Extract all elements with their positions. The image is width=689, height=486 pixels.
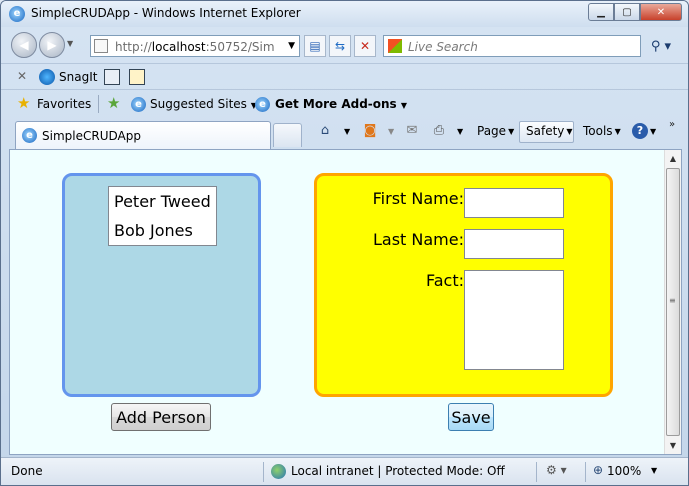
close-icon: ✕ bbox=[656, 6, 666, 18]
favorites-button[interactable]: Favorites bbox=[37, 97, 91, 111]
forward-arrow-icon: ▶ bbox=[47, 38, 57, 52]
last-name-field[interactable] bbox=[464, 229, 564, 259]
new-tab-button[interactable] bbox=[273, 123, 302, 147]
last-name-label: Last Name: bbox=[372, 230, 464, 249]
status-text: Done bbox=[11, 464, 43, 478]
live-search-logo-icon bbox=[388, 39, 402, 53]
address-url[interactable]: http://localhost:50752/SimpleC bbox=[115, 40, 275, 54]
get-more-addons-button[interactable]: Get More Add-ons ▼ bbox=[275, 97, 407, 111]
scrollbar-grip-icon: ≡ bbox=[669, 296, 676, 305]
home-dropdown-icon[interactable]: ▼ bbox=[342, 124, 350, 138]
help-icon[interactable]: ? bbox=[632, 123, 648, 139]
forward-button[interactable]: ▶ bbox=[39, 32, 65, 58]
address-row: ◀ ▶ ▼ http://localhost:50752/SimpleC ▼ ▤… bbox=[1, 27, 688, 63]
status-divider bbox=[536, 462, 537, 482]
ie-icon: e bbox=[131, 97, 146, 112]
page-content: Peter Tweed Bob Jones Add Person First N… bbox=[9, 149, 682, 455]
browser-window: e SimpleCRUDApp - Windows Internet Explo… bbox=[0, 0, 689, 486]
list-item[interactable]: Peter Tweed bbox=[109, 187, 216, 216]
minimize-button[interactable]: ▁ bbox=[588, 3, 614, 21]
rss-feed-icon[interactable]: ◙ bbox=[362, 123, 378, 139]
add-person-button[interactable]: Add Person bbox=[111, 403, 211, 431]
snagit-window-icon[interactable] bbox=[104, 69, 120, 85]
refresh-icon: ⇆ bbox=[334, 39, 346, 53]
refresh-button[interactable]: ⇆ bbox=[329, 35, 351, 57]
snagit-editor-icon[interactable] bbox=[129, 69, 145, 85]
people-panel: Peter Tweed Bob Jones bbox=[62, 173, 261, 397]
first-name-field[interactable] bbox=[464, 188, 564, 218]
scroll-down-icon[interactable]: ▼ bbox=[665, 437, 681, 454]
page-menu[interactable]: Page ▼ bbox=[477, 124, 514, 138]
people-list[interactable]: Peter Tweed Bob Jones bbox=[108, 186, 217, 246]
save-button[interactable]: Save bbox=[448, 403, 494, 431]
search-box[interactable]: Live Search bbox=[383, 35, 641, 57]
tools-menu[interactable]: Tools ▼ bbox=[583, 124, 621, 138]
search-placeholder: Live Search bbox=[408, 40, 478, 54]
tab-label: SimpleCRUDApp bbox=[42, 129, 141, 143]
list-item[interactable]: Bob Jones bbox=[109, 216, 216, 245]
mail-icon[interactable]: ✉ bbox=[404, 123, 420, 139]
search-button[interactable]: ⚲ ▾ bbox=[643, 35, 679, 57]
stop-button[interactable]: ✕ bbox=[354, 35, 376, 57]
close-window-button[interactable]: ✕ bbox=[640, 3, 682, 21]
maximize-icon: ▢ bbox=[622, 6, 632, 18]
zoom-level[interactable]: 100% bbox=[607, 464, 641, 478]
compatibility-view-icon: ▤ bbox=[309, 39, 321, 53]
snagit-button[interactable]: SnagIt bbox=[59, 70, 97, 84]
status-bar: Done Local intranet | Protected Mode: Of… bbox=[1, 457, 688, 485]
globe-icon bbox=[271, 464, 286, 479]
page-icon bbox=[94, 39, 108, 53]
suggested-sites-button[interactable]: Suggested Sites ▼ bbox=[150, 97, 257, 111]
vertical-scrollbar[interactable]: ▲ ≡ ▼ bbox=[664, 150, 681, 454]
safety-menu[interactable]: Safety ▼ bbox=[526, 124, 573, 138]
status-divider bbox=[263, 462, 264, 482]
toolbar-divider bbox=[98, 95, 99, 113]
protected-mode-icon[interactable]: ⚙ ▾ bbox=[546, 463, 567, 477]
fact-label: Fact: bbox=[426, 271, 464, 290]
title-bar: e SimpleCRUDApp - Windows Internet Explo… bbox=[1, 1, 688, 27]
scroll-up-icon[interactable]: ▲ bbox=[665, 150, 681, 167]
address-dropdown-icon[interactable]: ▼ bbox=[288, 41, 295, 51]
zoom-dropdown-icon[interactable]: ▼ bbox=[651, 466, 657, 475]
links-toolbar: ✕ SnagIt bbox=[1, 63, 688, 89]
status-divider bbox=[585, 462, 586, 482]
add-favorites-icon[interactable]: ★ bbox=[107, 96, 120, 111]
first-name-label: First Name: bbox=[372, 189, 464, 208]
recent-pages-dropdown[interactable]: ▼ bbox=[67, 39, 73, 48]
back-arrow-icon: ◀ bbox=[19, 38, 29, 52]
stop-icon: ✕ bbox=[359, 39, 371, 53]
tab-row: e SimpleCRUDApp ⌂ ▼ ◙ ▼ ✉ ⎙ ▼ Page ▼ Safe… bbox=[1, 117, 688, 149]
zoom-icon[interactable]: ⊕ bbox=[593, 463, 603, 477]
help-dropdown-icon[interactable]: ▼ bbox=[648, 124, 656, 138]
fact-textarea[interactable] bbox=[464, 270, 564, 370]
ie-icon: e bbox=[22, 128, 37, 143]
home-icon[interactable]: ⌂ bbox=[317, 123, 333, 139]
minimize-icon: ▁ bbox=[597, 6, 605, 18]
chevron-down-icon: ▼ bbox=[400, 101, 408, 110]
tab-simplecrudapp[interactable]: e SimpleCRUDApp bbox=[15, 121, 271, 149]
snagit-icon bbox=[39, 69, 55, 85]
print-icon[interactable]: ⎙ bbox=[431, 123, 447, 139]
person-form-panel: First Name: Last Name: Fact: bbox=[314, 173, 613, 397]
search-icon: ⚲ ▾ bbox=[650, 38, 672, 54]
address-bar[interactable]: http://localhost:50752/SimpleC ▼ bbox=[90, 35, 300, 57]
print-dropdown-icon[interactable]: ▼ bbox=[455, 124, 463, 138]
window-title: SimpleCRUDApp - Windows Internet Explore… bbox=[31, 6, 301, 20]
star-icon: ★ bbox=[17, 94, 31, 112]
security-zone[interactable]: Local intranet | Protected Mode: Off bbox=[291, 464, 505, 478]
back-button[interactable]: ◀ bbox=[11, 32, 37, 58]
ie-icon: e bbox=[9, 6, 25, 22]
chevron-right-icon[interactable]: » bbox=[669, 119, 675, 130]
maximize-button[interactable]: ▢ bbox=[614, 3, 640, 21]
feeds-dropdown-icon[interactable]: ▼ bbox=[386, 124, 394, 138]
window-controls: ▁ ▢ ✕ bbox=[588, 3, 682, 21]
close-toolbar-icon[interactable]: ✕ bbox=[17, 69, 27, 83]
favorites-bar: ★ Favorites ★ e Suggested Sites ▼ e Get … bbox=[1, 89, 688, 117]
compatibility-view-button[interactable]: ▤ bbox=[304, 35, 326, 57]
ie-icon: e bbox=[255, 97, 270, 112]
